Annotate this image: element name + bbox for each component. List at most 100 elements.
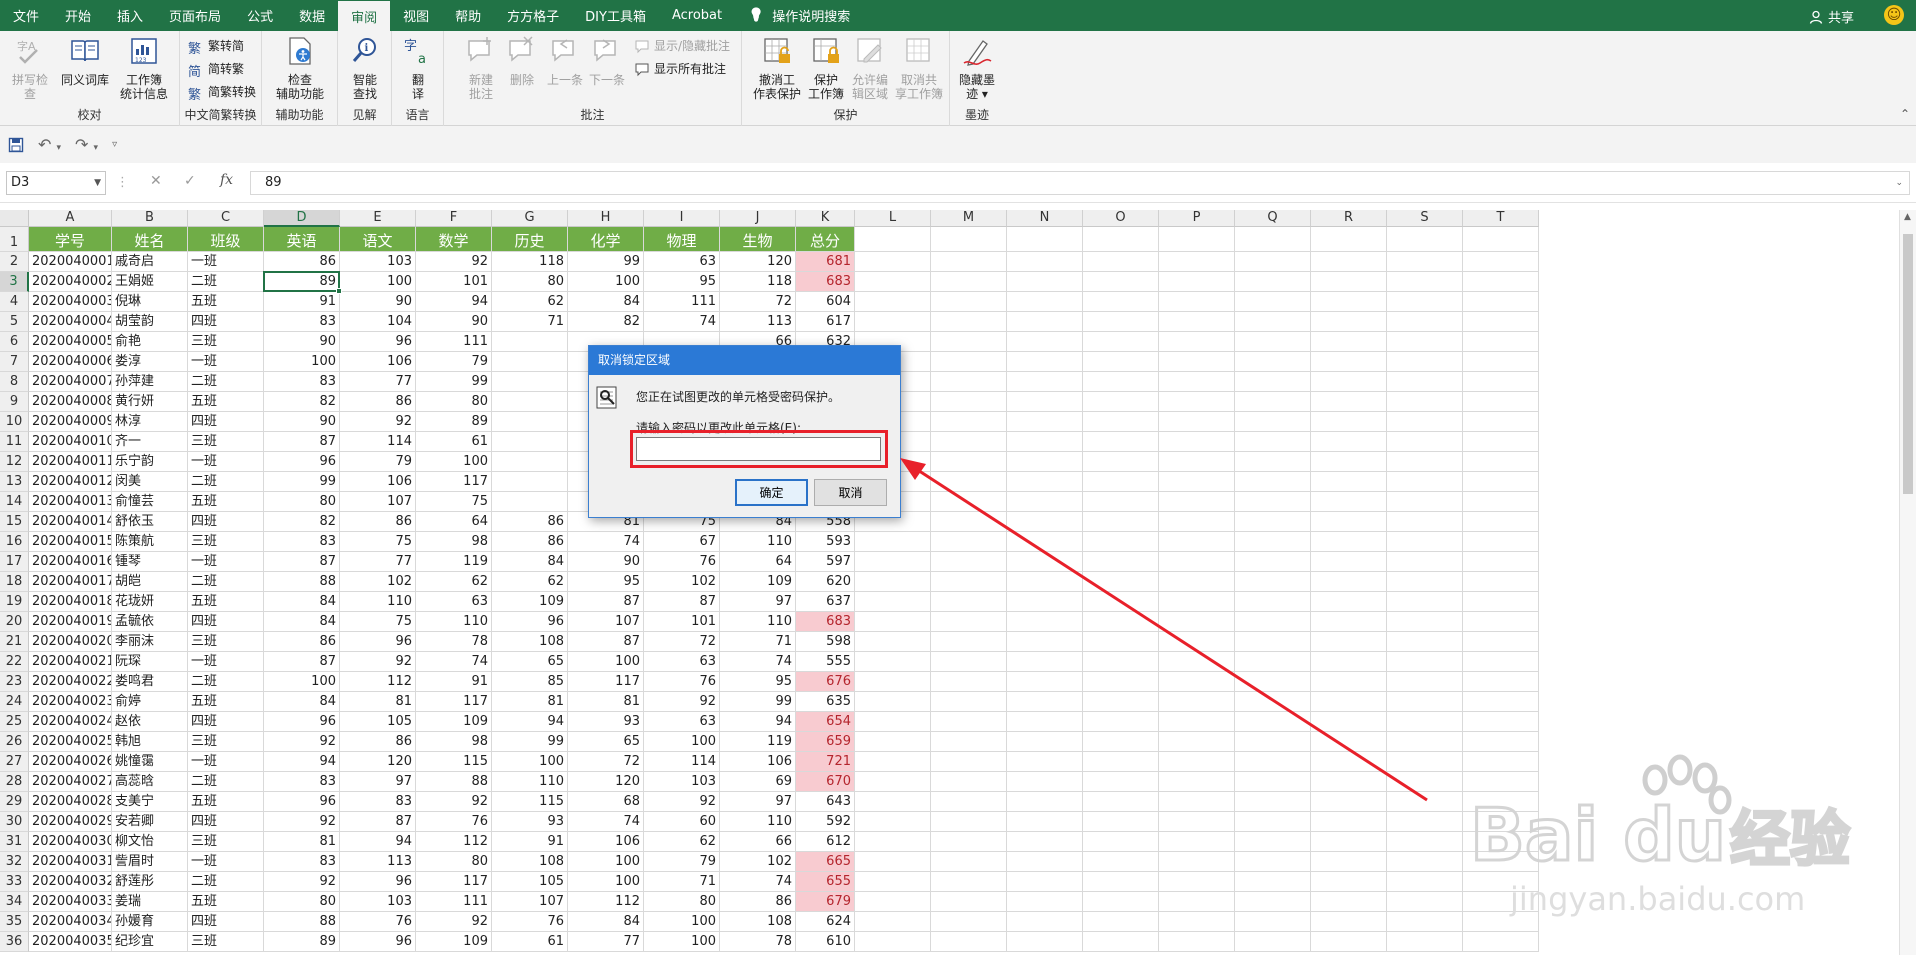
table-cell[interactable]: 88 bbox=[264, 912, 340, 932]
empty-cell[interactable] bbox=[931, 912, 1007, 932]
table-cell[interactable]: 四班 bbox=[188, 612, 264, 632]
empty-cell[interactable] bbox=[1387, 852, 1463, 872]
empty-cell[interactable] bbox=[1463, 372, 1539, 392]
empty-cell[interactable] bbox=[1083, 732, 1159, 752]
empty-cell[interactable] bbox=[1235, 912, 1311, 932]
empty-cell[interactable] bbox=[1083, 572, 1159, 592]
row-header[interactable]: 18 bbox=[0, 572, 29, 592]
empty-cell[interactable] bbox=[1387, 772, 1463, 792]
unprotect-sheet-button[interactable]: 撤消工 作表保护 bbox=[752, 35, 802, 101]
row-header[interactable]: 25 bbox=[0, 712, 29, 732]
table-cell[interactable]: 2020040007 bbox=[29, 372, 112, 392]
table-cell[interactable]: 89 bbox=[264, 932, 340, 952]
empty-cell[interactable] bbox=[855, 312, 931, 332]
empty-cell[interactable] bbox=[1235, 932, 1311, 952]
table-cell[interactable]: 二班 bbox=[188, 772, 264, 792]
empty-cell[interactable] bbox=[1007, 612, 1083, 632]
empty-cell[interactable] bbox=[1007, 452, 1083, 472]
tab-1[interactable]: 开始 bbox=[52, 0, 104, 31]
table-cell[interactable]: 87 bbox=[264, 552, 340, 572]
table-cell[interactable]: 五班 bbox=[188, 892, 264, 912]
empty-cell[interactable] bbox=[855, 552, 931, 572]
table-cell[interactable]: 81 bbox=[340, 692, 416, 712]
empty-cell[interactable] bbox=[1463, 472, 1539, 492]
empty-cell[interactable] bbox=[1463, 812, 1539, 832]
table-cell[interactable]: 林淳 bbox=[112, 412, 188, 432]
table-cell[interactable]: 612 bbox=[796, 832, 855, 852]
table-cell[interactable]: 100 bbox=[644, 912, 720, 932]
row-header[interactable]: 20 bbox=[0, 612, 29, 632]
empty-cell[interactable] bbox=[931, 732, 1007, 752]
empty-cell[interactable] bbox=[1463, 452, 1539, 472]
column-header[interactable]: R bbox=[1311, 210, 1387, 227]
empty-cell[interactable] bbox=[1159, 472, 1235, 492]
table-cell[interactable]: 80 bbox=[416, 852, 492, 872]
table-cell[interactable]: 592 bbox=[796, 812, 855, 832]
table-cell[interactable]: 91 bbox=[492, 832, 568, 852]
row-header[interactable]: 30 bbox=[0, 812, 29, 832]
table-cell[interactable]: 100 bbox=[264, 672, 340, 692]
table-cell[interactable]: 93 bbox=[492, 812, 568, 832]
table-cell[interactable]: 赵依 bbox=[112, 712, 188, 732]
table-cell[interactable]: 74 bbox=[720, 652, 796, 672]
empty-cell[interactable] bbox=[931, 692, 1007, 712]
empty-cell[interactable] bbox=[1311, 652, 1387, 672]
empty-cell[interactable] bbox=[1387, 332, 1463, 352]
table-cell[interactable]: 115 bbox=[492, 792, 568, 812]
table-cell[interactable]: 锺琴 bbox=[112, 552, 188, 572]
empty-cell[interactable] bbox=[1463, 852, 1539, 872]
table-cell[interactable]: 94 bbox=[416, 292, 492, 312]
empty-cell[interactable] bbox=[1083, 352, 1159, 372]
table-cell[interactable]: 98 bbox=[416, 532, 492, 552]
table-cell[interactable]: 81 bbox=[492, 692, 568, 712]
table-cell[interactable]: 76 bbox=[644, 672, 720, 692]
table-cell[interactable]: 109 bbox=[416, 712, 492, 732]
table-cell[interactable]: 60 bbox=[644, 812, 720, 832]
table-cell[interactable]: 66 bbox=[720, 832, 796, 852]
table-cell[interactable]: 2020040032 bbox=[29, 872, 112, 892]
table-cell[interactable]: 83 bbox=[264, 372, 340, 392]
row-header[interactable]: 6 bbox=[0, 332, 29, 352]
empty-cell[interactable] bbox=[1083, 492, 1159, 512]
enter-entry-icon[interactable]: ✓ bbox=[184, 173, 196, 189]
empty-cell[interactable] bbox=[1083, 612, 1159, 632]
simplified-to-traditional-button[interactable]: 简简转繁 bbox=[188, 60, 244, 80]
empty-cell[interactable] bbox=[1311, 452, 1387, 472]
empty-cell[interactable] bbox=[1235, 632, 1311, 652]
table-cell[interactable]: 112 bbox=[340, 672, 416, 692]
empty-cell[interactable] bbox=[1463, 392, 1539, 412]
table-cell[interactable]: 80 bbox=[264, 492, 340, 512]
table-cell[interactable]: 100 bbox=[644, 732, 720, 752]
empty-cell[interactable] bbox=[1387, 872, 1463, 892]
hide-ink-button[interactable]: 隐藏墨 迹 ▾ bbox=[954, 35, 1000, 101]
table-cell[interactable]: 63 bbox=[416, 592, 492, 612]
empty-cell[interactable] bbox=[1235, 332, 1311, 352]
table-cell[interactable]: 103 bbox=[340, 892, 416, 912]
table-cell[interactable]: 99 bbox=[492, 732, 568, 752]
empty-cell[interactable] bbox=[1387, 712, 1463, 732]
table-cell[interactable]: 593 bbox=[796, 532, 855, 552]
empty-cell[interactable] bbox=[1463, 292, 1539, 312]
table-header-cell[interactable]: 历史 bbox=[492, 227, 568, 252]
table-cell[interactable]: 83 bbox=[264, 532, 340, 552]
table-cell[interactable]: 74 bbox=[568, 532, 644, 552]
table-cell[interactable]: 2020040008 bbox=[29, 392, 112, 412]
table-cell[interactable]: 106 bbox=[568, 832, 644, 852]
row-header[interactable]: 14 bbox=[0, 492, 29, 512]
empty-cell[interactable] bbox=[1235, 312, 1311, 332]
table-cell[interactable]: 2020040006 bbox=[29, 352, 112, 372]
empty-cell[interactable] bbox=[855, 612, 931, 632]
empty-cell[interactable] bbox=[1083, 792, 1159, 812]
empty-cell[interactable] bbox=[1159, 892, 1235, 912]
table-cell[interactable]: 87 bbox=[264, 652, 340, 672]
empty-cell[interactable] bbox=[855, 692, 931, 712]
empty-cell[interactable] bbox=[1311, 732, 1387, 752]
empty-cell[interactable] bbox=[1387, 227, 1463, 252]
empty-cell[interactable] bbox=[1083, 672, 1159, 692]
table-cell[interactable]: 111 bbox=[644, 292, 720, 312]
redo-icon[interactable]: ↷ ▾ bbox=[75, 135, 98, 154]
table-cell[interactable]: 三班 bbox=[188, 732, 264, 752]
table-cell[interactable]: 纪珍宜 bbox=[112, 932, 188, 952]
table-cell[interactable]: 111 bbox=[416, 892, 492, 912]
table-cell[interactable]: 95 bbox=[720, 672, 796, 692]
